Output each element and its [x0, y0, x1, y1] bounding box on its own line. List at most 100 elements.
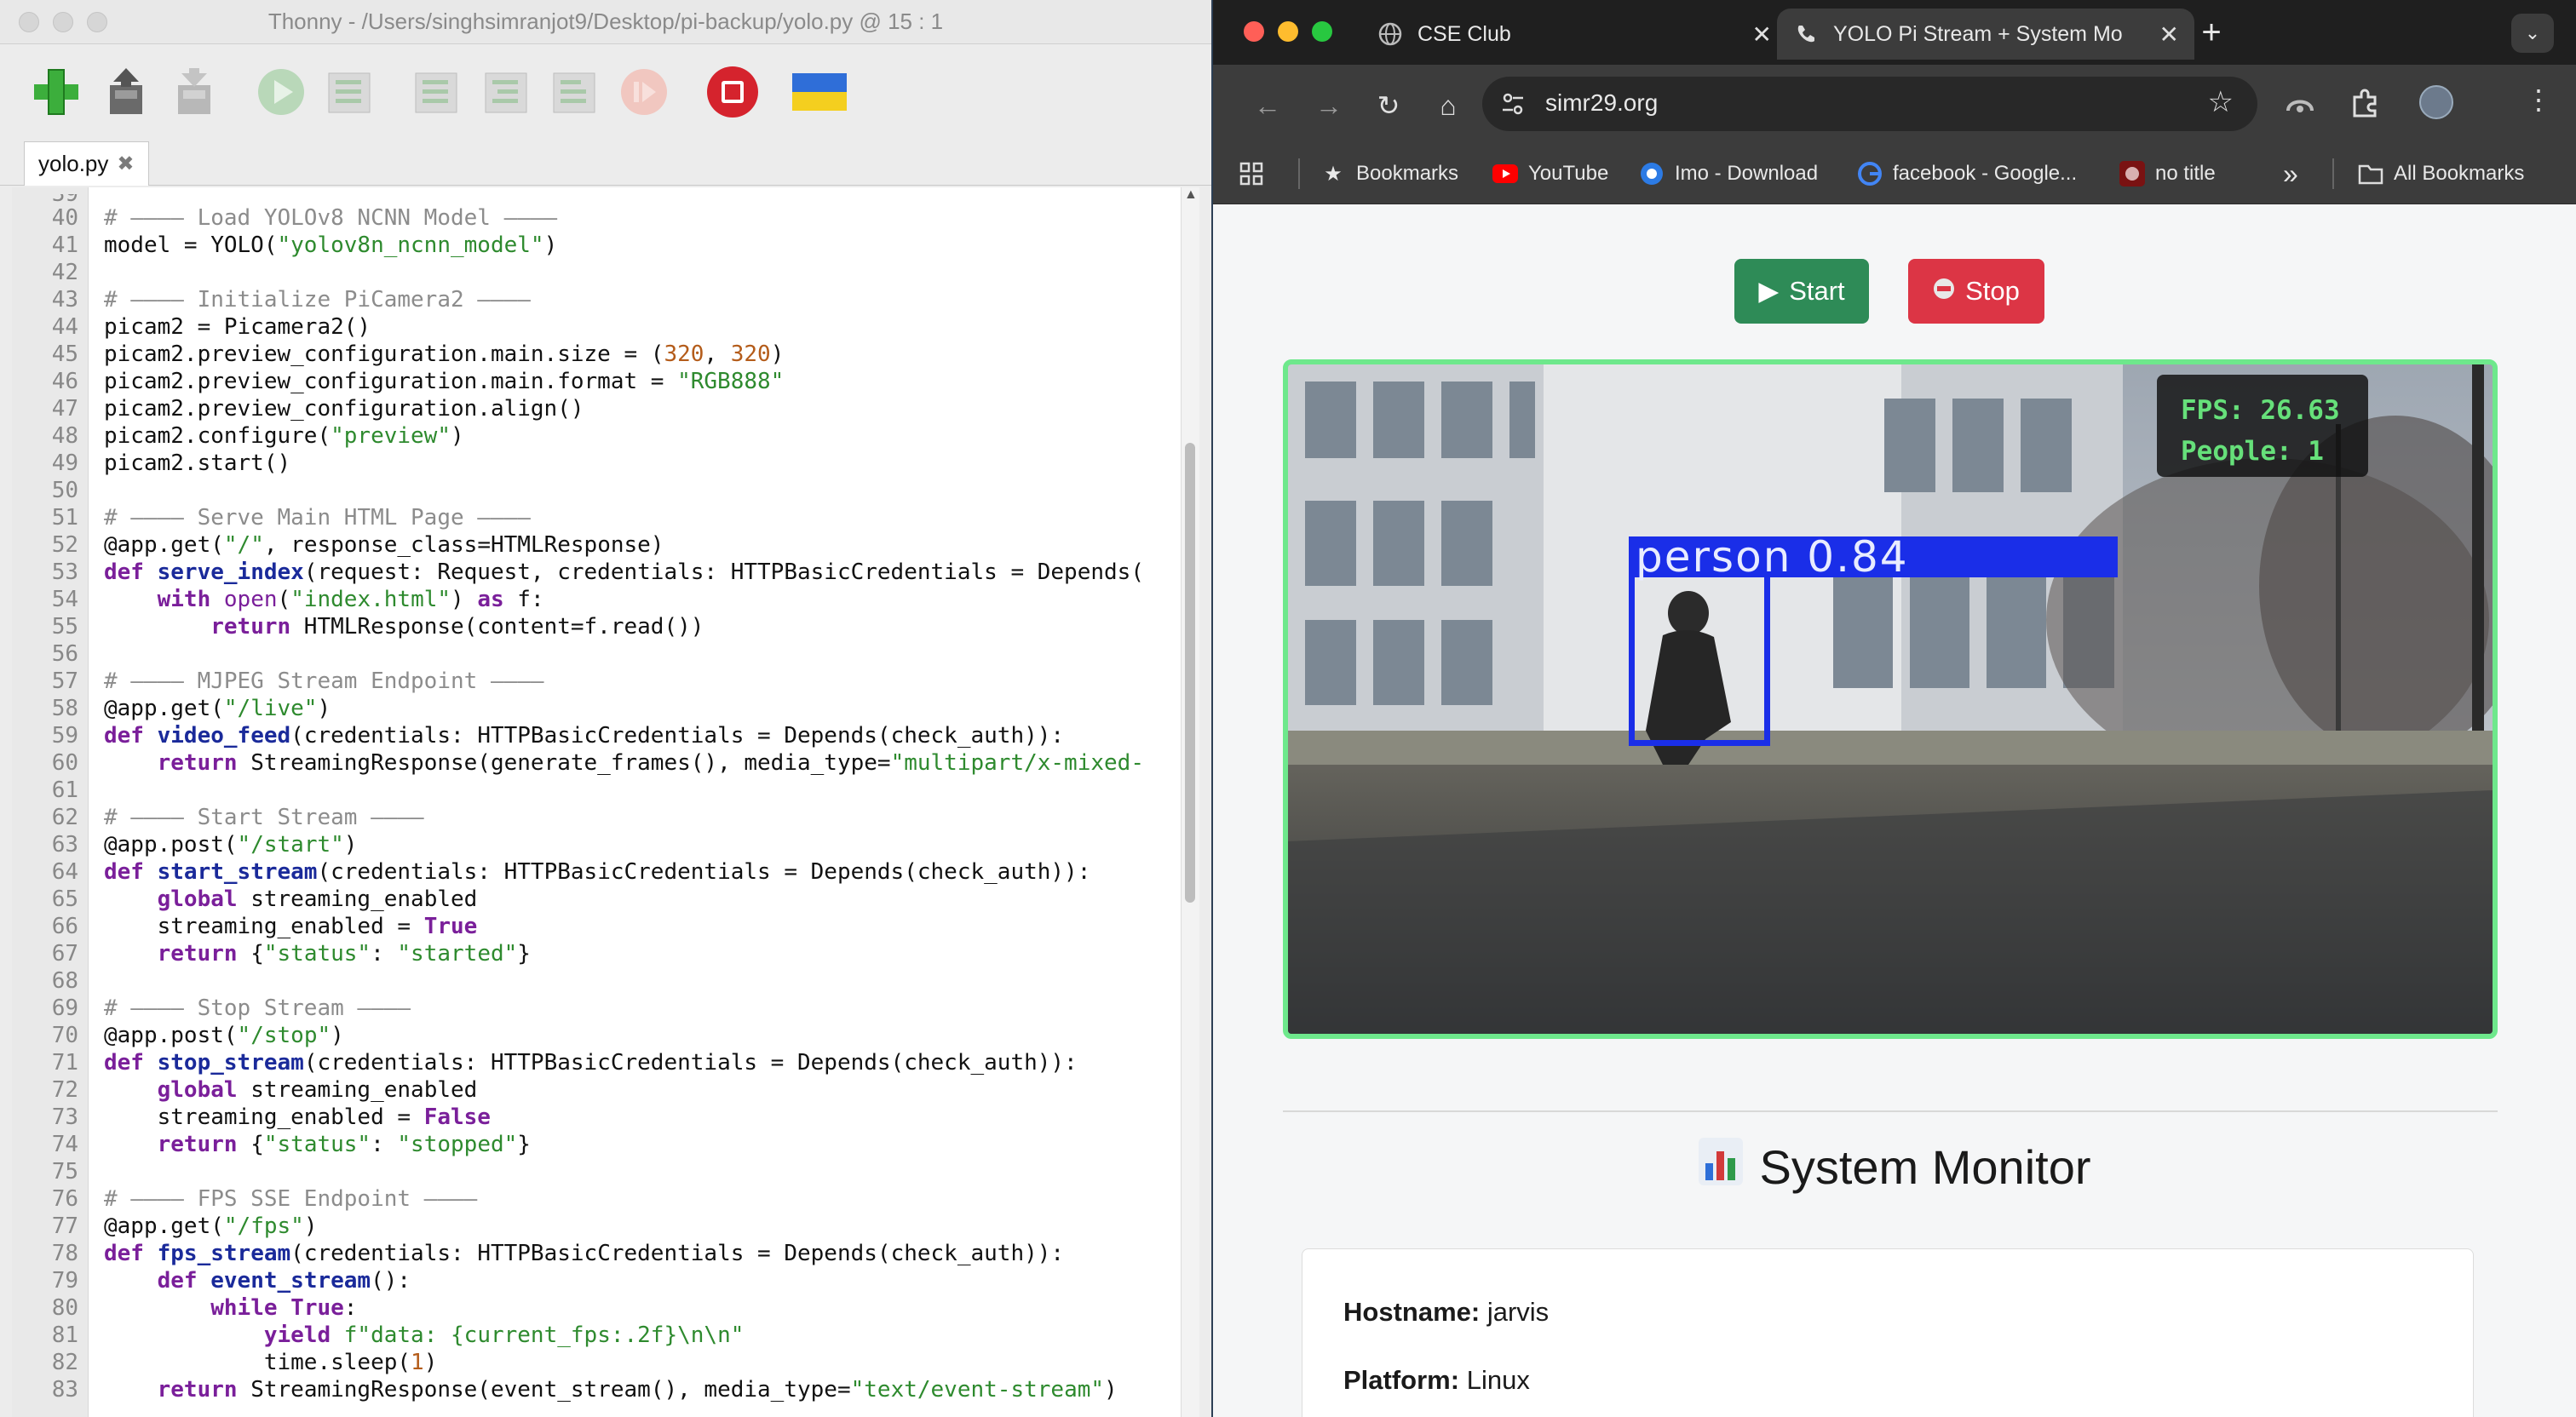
code-line[interactable]: 62 # ———— Start Stream ————	[12, 804, 1181, 831]
chrome-close-button[interactable]	[1244, 21, 1264, 42]
code-line[interactable]: 49 picam2.start()	[12, 450, 1181, 477]
close-tab-icon[interactable]: ✖	[117, 152, 134, 176]
scroll-up-icon[interactable]: ▲	[1184, 187, 1198, 203]
tab-yolo-py[interactable]: yolo.py ✖	[24, 141, 149, 186]
code-line[interactable]: 77 @app.get("/fps")	[12, 1213, 1181, 1240]
fps-readout: FPS: 26.63	[2181, 395, 2340, 426]
new-tab-button[interactable]: +	[2194, 15, 2228, 49]
code-line[interactable]: 67 return {"status": "started"}	[12, 940, 1181, 967]
new-file-button[interactable]	[29, 65, 83, 119]
line-code: while True:	[210, 1295, 358, 1321]
code-line[interactable]: 64 def start_stream(credentials: HTTPBasi…	[12, 858, 1181, 886]
tab-label: yolo.py	[38, 151, 109, 176]
open-file-button[interactable]	[99, 65, 153, 119]
bookmark-imo[interactable]: Imo - Download	[1639, 158, 1818, 189]
code-line[interactable]: 80 while True:	[12, 1294, 1181, 1322]
code-line[interactable]: 71 def stop_stream(credentials: HTTPBasic…	[12, 1049, 1181, 1076]
code-line[interactable]: 69 # ———— Stop Stream ————	[12, 995, 1181, 1022]
apps-grid-icon[interactable]	[1239, 158, 1264, 189]
debug-button[interactable]	[322, 65, 377, 119]
code-line[interactable]: 75	[12, 1158, 1181, 1185]
stop-button[interactable]	[705, 65, 760, 119]
bookmark-no-title[interactable]: no title	[2119, 158, 2216, 189]
code-line[interactable]: 47 picam2.preview_configuration.align()	[12, 395, 1181, 422]
code-line[interactable]: 66 streaming_enabled = True	[12, 913, 1181, 940]
chrome-minimize-button[interactable]	[1278, 21, 1298, 42]
close-tab-icon[interactable]: ✕	[2159, 20, 2179, 49]
step-into-button[interactable]	[479, 65, 533, 119]
code-line[interactable]: 60 return StreamingResponse(generate_fra…	[12, 749, 1181, 777]
bookmarks-overflow-button[interactable]: »	[2283, 158, 2298, 189]
resume-button[interactable]	[617, 65, 671, 119]
tab-yolo-pi-stream[interactable]: YOLO Pi Stream + System Mo ✕	[1777, 9, 2194, 60]
reload-button[interactable]: ↻	[1371, 89, 1406, 123]
home-button[interactable]: ⌂	[1431, 89, 1465, 123]
code-line[interactable]: 53 def serve_index(request: Request, cred…	[12, 559, 1181, 586]
stop-button[interactable]: Stop	[1908, 259, 2044, 324]
code-line[interactable]: 52 @app.get("/", response_class=HTMLRespo…	[12, 531, 1181, 559]
bookmark-bookmarks[interactable]: ★ Bookmarks	[1320, 158, 1458, 189]
code-line[interactable]: 76 # ———— FPS SSE Endpoint ————	[12, 1185, 1181, 1213]
start-button[interactable]: ▶ Start	[1734, 259, 1869, 324]
step-out-button[interactable]	[547, 65, 601, 119]
line-code: def stop_stream(credentials: HTTPBasicCr…	[104, 1050, 1078, 1076]
code-line[interactable]: 45 picam2.preview_configuration.main.size…	[12, 341, 1181, 368]
code-line[interactable]: 55 return HTMLResponse(content=f.read())	[12, 613, 1181, 640]
code-line[interactable]: 46 picam2.preview_configuration.main.form…	[12, 368, 1181, 395]
code-line[interactable]: 58 @app.get("/live")	[12, 695, 1181, 722]
forward-button[interactable]: →	[1312, 89, 1346, 123]
code-line[interactable]: 83 return StreamingResponse(event_stream…	[12, 1376, 1181, 1403]
step-over-button[interactable]	[409, 65, 463, 119]
code-line[interactable]: 70 @app.post("/stop")	[12, 1022, 1181, 1049]
code-line[interactable]: 61	[12, 777, 1181, 804]
bookmark-star-icon[interactable]: ☆	[2208, 85, 2234, 119]
code-line[interactable]: 59 def video_feed(credentials: HTTPBasicC…	[12, 722, 1181, 749]
code-line[interactable]: 40 # ———— Load YOLOv8 NCNN Model ————	[12, 204, 1181, 232]
bookmark-youtube[interactable]: YouTube	[1492, 158, 1608, 189]
code-line[interactable]: 54 with open("index.html") as f:	[12, 586, 1181, 613]
code-line[interactable]: 81 yield f"data: {current_fps:.2f}\n\n"	[12, 1322, 1181, 1349]
code-line[interactable]: 65 global streaming_enabled	[12, 886, 1181, 913]
code-line[interactable]: 74 return {"status": "stopped"}	[12, 1131, 1181, 1158]
line-number: 45	[51, 341, 78, 367]
tab-cse-club[interactable]: CSE Club ✕	[1361, 9, 1787, 60]
tab-search-button[interactable]: ⌄	[2511, 14, 2554, 53]
code-line[interactable]: 72 global streaming_enabled	[12, 1076, 1181, 1104]
line-number: 62	[51, 805, 78, 830]
scroll-thumb[interactable]	[1185, 443, 1195, 903]
code-line[interactable]: 48 picam2.configure("preview")	[12, 422, 1181, 450]
run-button[interactable]	[254, 65, 308, 119]
code-line[interactable]: 44 picam2 = Picamera2()	[12, 313, 1181, 341]
code-line[interactable]: 56	[12, 640, 1181, 668]
line-number: 59	[51, 723, 78, 749]
code-line[interactable]: 57 # ———— MJPEG Stream Endpoint ————	[12, 668, 1181, 695]
profile-avatar[interactable]	[2419, 85, 2453, 119]
chrome-zoom-button[interactable]	[1312, 21, 1332, 42]
code-line[interactable]: 73 streaming_enabled = False	[12, 1104, 1181, 1131]
code-line[interactable]: 82 time.sleep(1)	[12, 1349, 1181, 1376]
menu-dots-icon[interactable]: ⋮	[2525, 83, 2552, 116]
all-bookmarks-button[interactable]: All Bookmarks	[2358, 158, 2524, 189]
save-file-button[interactable]	[167, 65, 221, 119]
code-line[interactable]: 51 # ———— Serve Main HTML Page ————	[12, 504, 1181, 531]
code-line[interactable]: 39	[12, 194, 1181, 204]
code-line[interactable]: 43 # ———— Initialize PiCamera2 ————	[12, 286, 1181, 313]
close-tab-icon[interactable]: ✕	[1752, 20, 1772, 49]
code-line[interactable]: 41 model = YOLO("yolov8n_ncnn_model")	[12, 232, 1181, 259]
code-line[interactable]: 50	[12, 477, 1181, 504]
code-line[interactable]: 68	[12, 967, 1181, 995]
code-line[interactable]: 42	[12, 259, 1181, 286]
code-line[interactable]: 63 @app.post("/start")	[12, 831, 1181, 858]
ukraine-flag-button[interactable]	[792, 65, 847, 119]
back-button[interactable]: ←	[1251, 89, 1285, 123]
code-line[interactable]: 79 def event_stream():	[12, 1267, 1181, 1294]
editor-scrollbar[interactable]: ▲	[1181, 187, 1199, 1417]
bookmark-facebook-google[interactable]: facebook - Google...	[1857, 158, 2077, 189]
extension-icon[interactable]	[2285, 89, 2315, 123]
site-info-icon[interactable]	[1499, 90, 1527, 122]
address-bar[interactable]: simr29.org ☆	[1482, 77, 2257, 131]
code-line[interactable]: 78 def fps_stream(credentials: HTTPBasicC…	[12, 1240, 1181, 1267]
bookmark-label: facebook - Google...	[1893, 162, 2078, 185]
puzzle-icon[interactable]	[2349, 87, 2382, 123]
line-number: 70	[51, 1023, 78, 1048]
